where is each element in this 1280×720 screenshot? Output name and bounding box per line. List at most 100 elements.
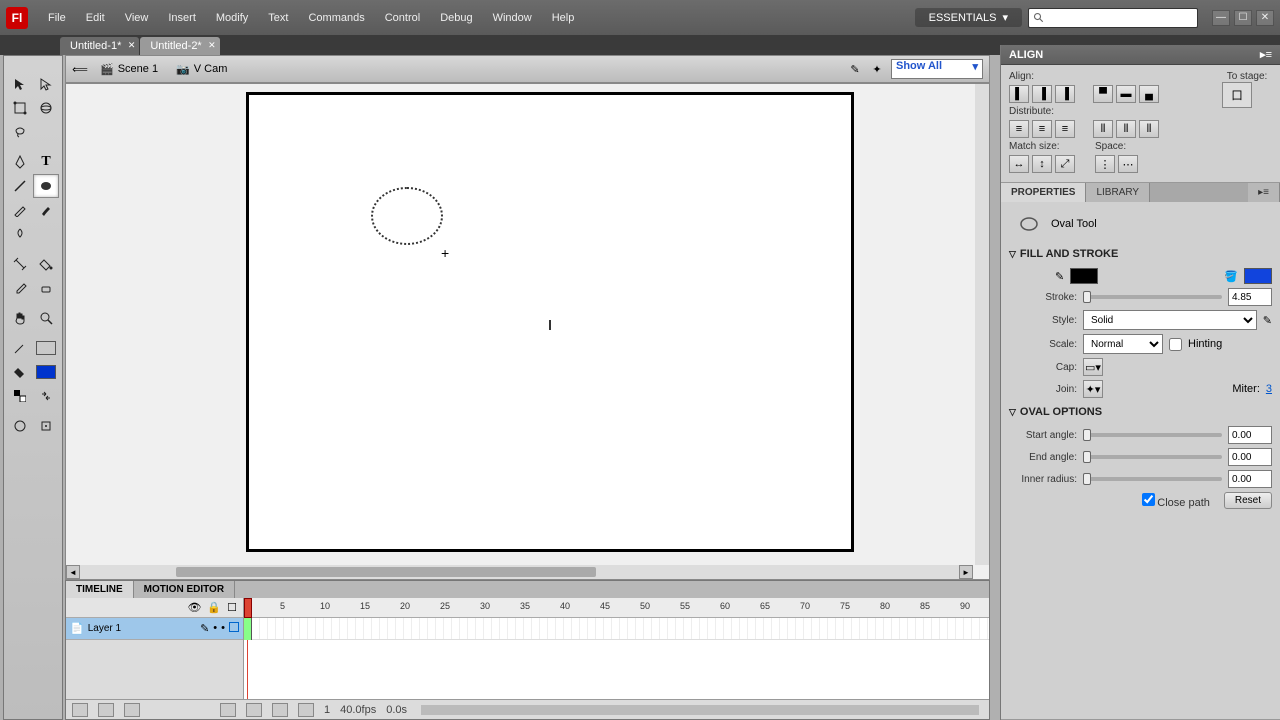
vertical-scrollbar[interactable]: [975, 84, 989, 565]
menu-view[interactable]: View: [115, 8, 159, 28]
delete-layer-button[interactable]: [124, 703, 140, 717]
vcam-button[interactable]: 📷 V Cam: [170, 61, 233, 78]
keyframe-icon[interactable]: [244, 618, 252, 640]
close-icon[interactable]: ✕: [128, 40, 136, 51]
align-bottom-button[interactable]: ▄: [1139, 85, 1159, 103]
stroke-slider[interactable]: [1083, 295, 1222, 299]
lock-dot-icon[interactable]: •: [221, 622, 225, 635]
menu-text[interactable]: Text: [258, 8, 298, 28]
scene-button[interactable]: 🎬 Scene 1: [94, 61, 164, 78]
fill-stroke-section[interactable]: ▽FILL AND STROKE: [1009, 244, 1272, 264]
pen-tool[interactable]: [7, 150, 33, 174]
back-arrow-icon[interactable]: ⟸: [72, 61, 88, 77]
fill-color-chip[interactable]: [1244, 268, 1272, 284]
close-button[interactable]: ✕: [1256, 10, 1274, 26]
align-left-button[interactable]: ▌: [1009, 85, 1029, 103]
search-input[interactable]: [1028, 8, 1198, 28]
new-layer-button[interactable]: [72, 703, 88, 717]
snap-toggle[interactable]: [33, 414, 59, 438]
frame-row[interactable]: [244, 618, 989, 640]
swap-colors-button[interactable]: [33, 384, 59, 408]
onion-skin-outlines-button[interactable]: [246, 703, 262, 717]
menu-control[interactable]: Control: [375, 8, 430, 28]
tab-library[interactable]: LIBRARY: [1086, 183, 1150, 202]
eraser-tool[interactable]: [33, 276, 59, 300]
menu-debug[interactable]: Debug: [430, 8, 482, 28]
subselection-tool[interactable]: [33, 72, 59, 96]
menu-window[interactable]: Window: [483, 8, 542, 28]
free-transform-tool[interactable]: [7, 96, 33, 120]
match-both-button[interactable]: ⤢: [1055, 155, 1075, 173]
playhead[interactable]: [244, 598, 252, 618]
style-select[interactable]: Solid: [1083, 310, 1257, 330]
close-path-checkbox[interactable]: [1142, 493, 1155, 506]
edit-symbols-icon[interactable]: ✦: [869, 61, 885, 77]
fill-color-picker[interactable]: [7, 360, 33, 384]
oval-options-section[interactable]: ▽OVAL OPTIONS: [1009, 402, 1272, 422]
align-top-button[interactable]: ▀: [1093, 85, 1113, 103]
black-white-button[interactable]: [7, 384, 33, 408]
align-vcenter-button[interactable]: ▬: [1116, 85, 1136, 103]
panel-menu-icon[interactable]: ▸≡: [1260, 48, 1272, 61]
tab-properties[interactable]: PROPERTIES: [1001, 183, 1086, 202]
paint-bucket-tool[interactable]: [33, 252, 59, 276]
outline-icon[interactable]: ☐: [227, 601, 237, 614]
cap-select[interactable]: ▭▾: [1083, 358, 1103, 376]
workspace-selector[interactable]: ESSENTIALS ▾: [915, 8, 1022, 27]
eye-icon[interactable]: 👁: [187, 601, 201, 614]
space-horizontal-button[interactable]: ⋯: [1118, 155, 1138, 173]
text-tool[interactable]: T: [33, 150, 59, 174]
space-vertical-button[interactable]: ⋮: [1095, 155, 1115, 173]
layer-row[interactable]: 📄 Layer 1 ✎ • •: [66, 618, 243, 640]
hand-tool[interactable]: [7, 306, 33, 330]
line-tool[interactable]: [7, 174, 33, 198]
distribute-right-button[interactable]: ⦀: [1139, 120, 1159, 138]
distribute-hcenter-button[interactable]: ⦀: [1116, 120, 1136, 138]
new-folder-button[interactable]: [98, 703, 114, 717]
minimize-button[interactable]: —: [1212, 10, 1230, 26]
scroll-right-icon[interactable]: ►: [959, 565, 973, 579]
visibility-dot-icon[interactable]: •: [213, 622, 217, 635]
stroke-input[interactable]: [1228, 288, 1272, 306]
oval-tool[interactable]: [33, 174, 59, 198]
menu-edit[interactable]: Edit: [76, 8, 115, 28]
align-hcenter-button[interactable]: ▐: [1032, 85, 1052, 103]
to-stage-toggle[interactable]: 囗: [1222, 82, 1252, 108]
stroke-color-picker[interactable]: [7, 336, 33, 360]
start-angle-input[interactable]: [1228, 426, 1272, 444]
3d-rotation-tool[interactable]: [33, 96, 59, 120]
tab-motion-editor[interactable]: MOTION EDITOR: [134, 581, 235, 598]
doc-tab-1[interactable]: Untitled-1* ✕: [60, 37, 139, 55]
inner-radius-slider[interactable]: [1083, 477, 1222, 481]
selection-tool[interactable]: [7, 72, 33, 96]
timeline-scrollbar[interactable]: [421, 705, 979, 715]
menu-insert[interactable]: Insert: [158, 8, 206, 28]
align-panel-header[interactable]: ALIGN ▸≡: [1001, 45, 1280, 65]
end-angle-input[interactable]: [1228, 448, 1272, 466]
join-select[interactable]: ✦▾: [1083, 380, 1103, 398]
stroke-color-chip[interactable]: [1070, 268, 1098, 284]
close-icon[interactable]: ✕: [208, 40, 216, 51]
menu-modify[interactable]: Modify: [206, 8, 258, 28]
deco-tool[interactable]: [7, 222, 33, 246]
distribute-left-button[interactable]: ⦀: [1093, 120, 1113, 138]
maximize-button[interactable]: ☐: [1234, 10, 1252, 26]
lasso-tool[interactable]: [7, 120, 33, 144]
eyedropper-tool[interactable]: [7, 276, 33, 300]
frames-column[interactable]: 5 10 15 20 25 30 35 40 45 50 55 60 65 70…: [244, 598, 989, 699]
menu-commands[interactable]: Commands: [298, 8, 374, 28]
scale-select[interactable]: Normal: [1083, 334, 1163, 354]
zoom-tool[interactable]: [33, 306, 59, 330]
edit-multiple-frames-button[interactable]: [272, 703, 288, 717]
stage-area[interactable]: + ◄ ►: [65, 83, 990, 580]
distribute-bottom-button[interactable]: ≡: [1055, 120, 1075, 138]
frame-ruler[interactable]: 5 10 15 20 25 30 35 40 45 50 55 60 65 70…: [244, 598, 989, 618]
inner-radius-input[interactable]: [1228, 470, 1272, 488]
tab-timeline[interactable]: TIMELINE: [66, 581, 134, 598]
zoom-select[interactable]: Show All ▾: [891, 59, 983, 79]
match-height-button[interactable]: ↕: [1032, 155, 1052, 173]
fill-color-swatch[interactable]: [33, 360, 59, 384]
stage-canvas[interactable]: +: [246, 92, 854, 552]
align-right-button[interactable]: ▐: [1055, 85, 1075, 103]
menu-file[interactable]: File: [38, 8, 76, 28]
